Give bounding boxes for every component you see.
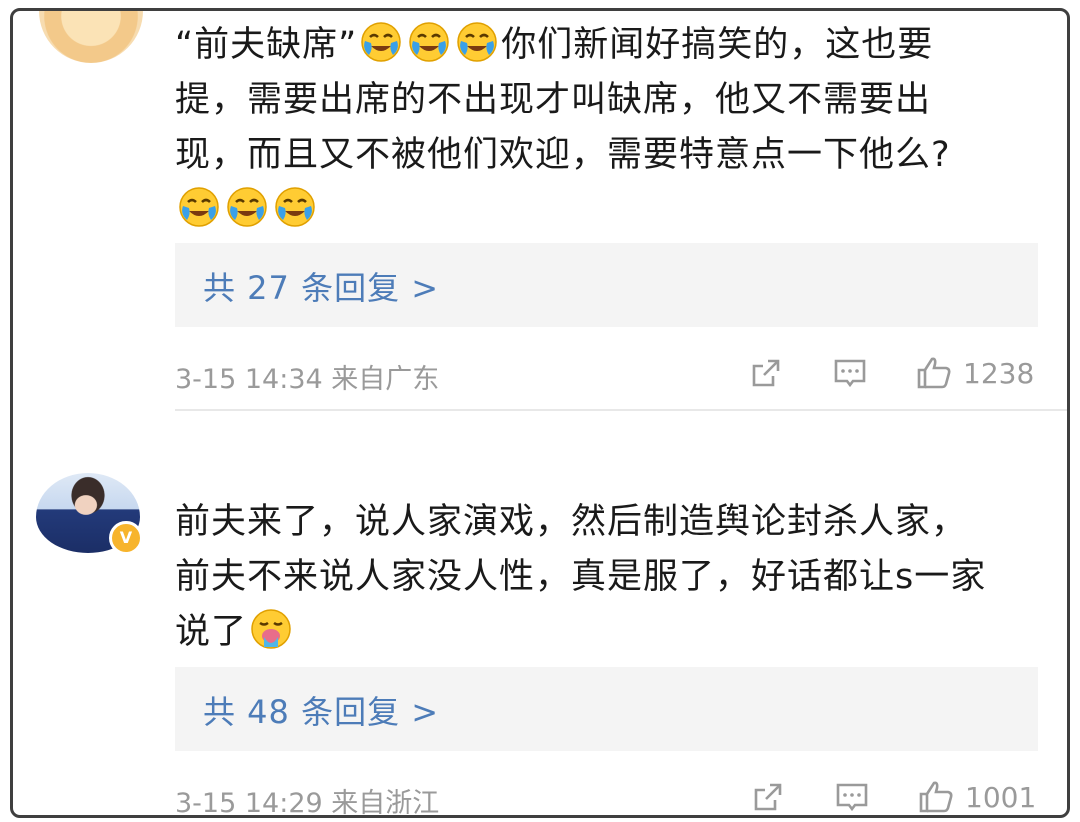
- comment-text-1: “前夫缺席” 你们新闻好搞笑的，这也要提，需要出席的不出现才叫缺席，他又不需要出现…: [175, 18, 995, 238]
- laughing-crying-emoji-icon: [273, 185, 317, 229]
- comment-meta: 3-15 14:34 来自广东 1238: [175, 353, 1038, 397]
- screenshot-frame: “前夫缺席” 你们新闻好搞笑的，这也要提，需要出席的不出现才叫缺席，他又不需要出现…: [10, 8, 1070, 818]
- laughing-crying-emoji-icon: [225, 185, 269, 229]
- share-icon: [754, 783, 782, 811]
- reply-count-link[interactable]: 共 27 条回复 >: [203, 263, 439, 309]
- share-button[interactable]: [747, 353, 785, 393]
- comment-icon: [836, 783, 868, 812]
- comment-text-2: 前夫来了，说人家演戏，然后制造舆论封杀人家，前夫不来说人家没人性，真是服了，好话…: [175, 495, 995, 660]
- like-button[interactable]: 1238: [915, 353, 1034, 393]
- reply-count-link[interactable]: 共 48 条回复 >: [203, 687, 439, 733]
- thumbs-up-icon: [919, 781, 953, 813]
- verified-badge-icon: V: [109, 521, 143, 555]
- avatar[interactable]: [39, 11, 143, 63]
- comment-quote: “前夫缺席”: [175, 25, 358, 65]
- share-icon: [752, 359, 780, 387]
- comment-button[interactable]: [831, 353, 869, 393]
- laughing-crying-emoji-icon: [455, 20, 499, 64]
- like-count: 1001: [965, 780, 1037, 814]
- vomiting-emoji-icon: [249, 607, 293, 651]
- share-button[interactable]: [749, 777, 787, 815]
- like-count: 1238: [963, 356, 1035, 390]
- timestamp-location: 3-15 14:29 来自浙江: [175, 788, 440, 818]
- comment-body: 前夫来了，说人家演戏，然后制造舆论封杀人家，前夫不来说人家没人性，真是服了，好话…: [175, 502, 987, 652]
- thumbs-up-icon: [917, 357, 951, 389]
- comment-icon: [834, 359, 866, 388]
- timestamp-location: 3-15 14:34 来自广东: [175, 364, 440, 395]
- divider: [175, 409, 1067, 411]
- comment-button[interactable]: [833, 777, 871, 815]
- laughing-crying-emoji-icon: [177, 185, 221, 229]
- laughing-crying-emoji-icon: [407, 20, 451, 64]
- reply-box[interactable]: 共 48 条回复 >: [175, 667, 1038, 751]
- comment-meta: 3-15 14:29 来自浙江 1001: [175, 777, 1038, 818]
- laughing-crying-emoji-icon: [359, 20, 403, 64]
- like-button[interactable]: 1001: [917, 777, 1037, 815]
- reply-box[interactable]: 共 27 条回复 >: [175, 243, 1038, 327]
